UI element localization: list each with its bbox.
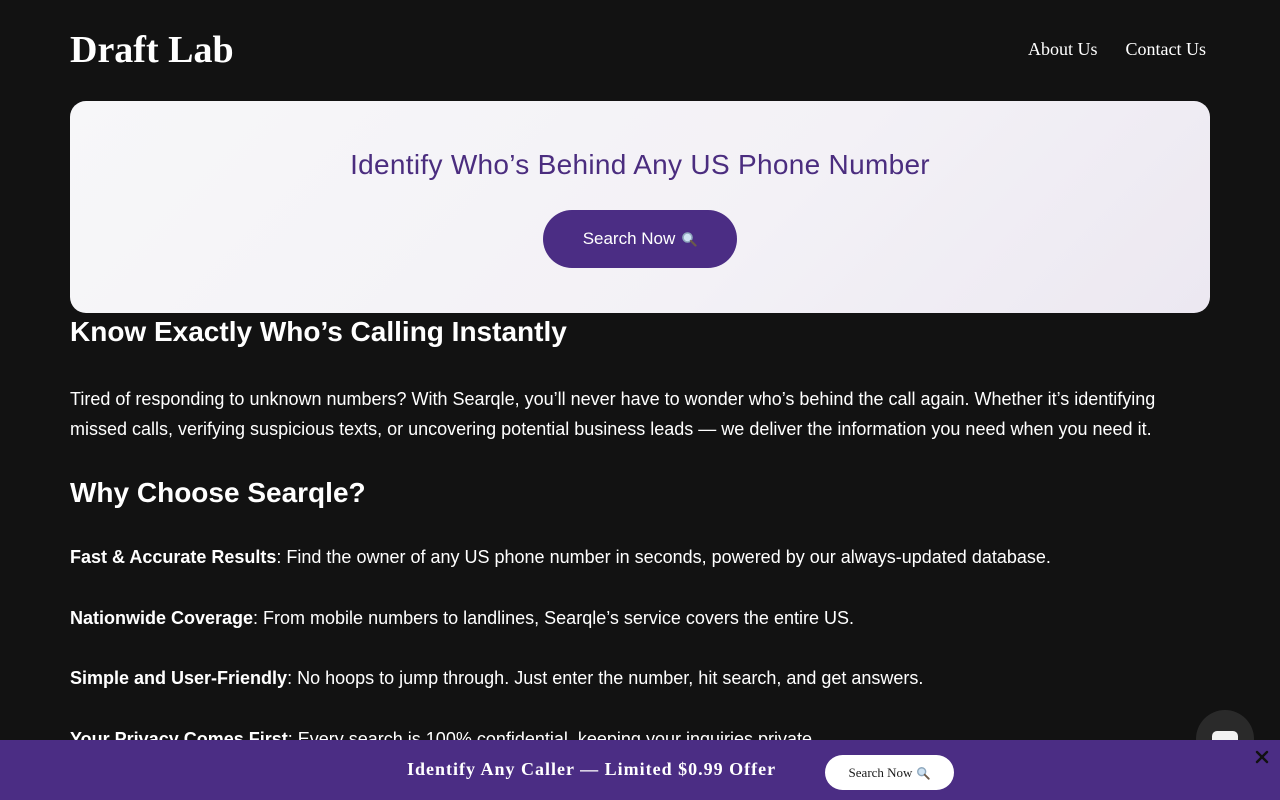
hero-banner: Identify Who’s Behind Any US Phone Numbe…	[70, 101, 1210, 313]
nav-contact-us[interactable]: Contact Us	[1126, 39, 1207, 60]
intro-paragraph: Tired of responding to unknown numbers? …	[70, 389, 1156, 439]
close-icon[interactable]	[1254, 749, 1270, 765]
magnifier-icon	[917, 766, 931, 780]
main-content: Know Exactly Who’s Calling Instantly Tir…	[70, 314, 1210, 749]
site-logo[interactable]: Draft Lab	[70, 28, 234, 72]
site-header: Draft Lab About Us Contact Us	[70, 26, 1210, 76]
promo-text: Identify Any Caller — Limited $0.99 Offe…	[407, 759, 777, 779]
nav-about-us[interactable]: About Us	[1028, 39, 1098, 60]
feature-title: Simple and User-Friendly	[70, 668, 288, 688]
feature-text: : Find the owner of any US phone number …	[276, 547, 1051, 567]
feature-item: Fast & Accurate Results: Find the owner …	[70, 544, 1051, 570]
feature-text: : No hoops to jump through. Just enter t…	[287, 668, 924, 688]
hero-title: Identify Who’s Behind Any US Phone Numbe…	[350, 149, 930, 180]
promo-bar: Identify Any Caller — Limited $0.99 Offe…	[0, 740, 1280, 800]
feature-item: Nationwide Coverage: From mobile numbers…	[70, 605, 854, 631]
feature-title: Nationwide Coverage	[70, 608, 254, 628]
section-heading-know: Know Exactly Who’s Calling Instantly	[70, 316, 567, 347]
feature-title: Fast & Accurate Results	[70, 547, 277, 567]
feature-text: : From mobile numbers to landlines, Sear…	[253, 608, 854, 628]
promo-search-button[interactable]: Search Now	[825, 755, 954, 790]
feature-item: Simple and User-Friendly: No hoops to ju…	[70, 665, 923, 691]
main-nav: About Us Contact Us	[1028, 39, 1206, 60]
promo-search-label: Search Now	[848, 764, 913, 780]
magnifier-icon	[682, 232, 697, 247]
hero-search-button[interactable]: Search Now	[543, 210, 737, 268]
hero-search-label: Search Now	[582, 229, 676, 248]
section-heading-why: Why Choose Searqle?	[70, 477, 366, 508]
